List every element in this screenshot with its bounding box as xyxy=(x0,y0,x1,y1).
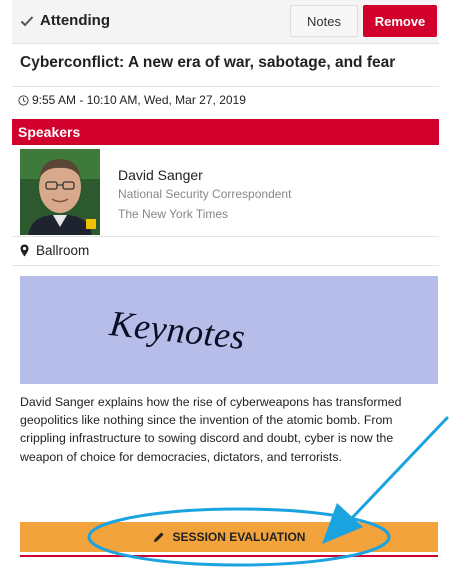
attendance-bar: Attending Notes Remove xyxy=(12,0,439,44)
session-time: 9:55 AM - 10:10 AM, Wed, Mar 27, 2019 xyxy=(18,93,246,107)
check-icon xyxy=(20,14,34,28)
divider xyxy=(12,86,439,87)
speaker-role: National Security Correspondent xyxy=(118,187,292,201)
session-card: Attending Notes Remove Cyberconflict: A … xyxy=(12,0,439,570)
speaker-photo xyxy=(20,149,100,235)
divider xyxy=(20,555,438,557)
speakers-heading: Speakers xyxy=(12,119,439,145)
session-evaluation-label: SESSION EVALUATION xyxy=(172,530,306,544)
session-location: Ballroom xyxy=(20,243,89,258)
speaker-name: David Sanger xyxy=(118,167,203,183)
attendance-status: Attending xyxy=(20,12,110,29)
map-pin-icon xyxy=(20,244,29,257)
attendance-status-label: Attending xyxy=(40,12,110,29)
divider xyxy=(12,265,439,266)
location-label: Ballroom xyxy=(36,243,90,258)
speaker-list-item[interactable]: David Sanger National Security Correspon… xyxy=(12,145,439,237)
notes-button[interactable]: Notes xyxy=(290,5,358,37)
session-description: David Sanger explains how the rise of cy… xyxy=(20,395,402,464)
speaker-organization: The New York Times xyxy=(118,207,229,221)
session-time-label: 9:55 AM - 10:10 AM, Wed, Mar 27, 2019 xyxy=(32,93,246,107)
pencil-icon xyxy=(153,531,165,543)
session-evaluation-button[interactable]: SESSION EVALUATION xyxy=(20,522,438,552)
session-title: Cyberconflict: A new era of war, sabotag… xyxy=(20,54,396,71)
clock-icon xyxy=(18,94,29,106)
remove-button[interactable]: Remove xyxy=(363,5,437,37)
session-track-banner: Keynotes xyxy=(20,276,438,384)
banner-text: Keynotes xyxy=(107,303,248,358)
